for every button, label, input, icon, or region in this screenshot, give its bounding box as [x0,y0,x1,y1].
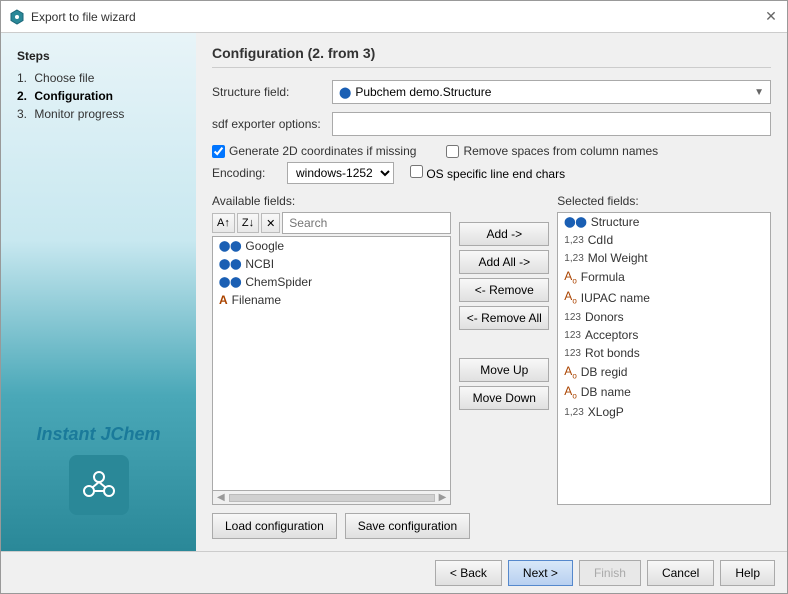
encoding-select[interactable]: windows-1252 [287,162,394,184]
action-buttons: Add -> Add All -> <- Remove <- Remove Al… [459,194,549,505]
available-list-item[interactable]: ⬤⬤ChemSpider [213,273,450,291]
fields-section: Available fields: A↑ Z↓ ✕ ⬤⬤Google⬤⬤NCBI… [212,194,771,505]
structure-dropdown-icon: ⬤ [339,86,351,99]
checkbox-spaces[interactable] [446,145,459,158]
sdf-options-input[interactable] [332,112,771,136]
title-bar: Export to file wizard ✕ [1,1,787,33]
step-1-label: Choose file [34,71,94,85]
available-list-wrapper: ⬤⬤Google⬤⬤NCBI⬤⬤ChemSpiderAFilename ◀ ▶ [212,236,451,505]
step-3: 3. Monitor progress [17,107,180,121]
sdf-options-row: sdf exporter options: [212,112,771,136]
step-3-label: Monitor progress [34,107,124,121]
config-buttons: Load configuration Save configuration [212,513,771,539]
content: Configuration (2. from 3) Structure fiel… [196,33,787,551]
sort-az-button[interactable]: A↑ [212,213,235,233]
step-1-num: 1. [17,71,27,85]
move-down-button[interactable]: Move Down [459,386,549,410]
structure-field-row: Structure field: ⬤ Pubchem demo.Structur… [212,80,771,104]
checkbox-row-1: Generate 2D coordinates if missing Remov… [212,144,771,158]
checkbox-os-text: OS specific line end chars [426,167,565,181]
search-input[interactable] [282,212,451,234]
step-2-num: 2. [17,89,27,103]
load-config-button[interactable]: Load configuration [212,513,337,539]
available-list-item[interactable]: AFilename [213,291,450,309]
structure-field-dropdown[interactable]: ⬤ Pubchem demo.Structure ▼ [332,80,771,104]
checkbox-2d-label[interactable]: Generate 2D coordinates if missing [212,144,416,158]
selected-list-item[interactable]: AoDB name [558,382,770,402]
sidebar: Steps 1. Choose file 2. Configuration 3.… [1,33,196,551]
available-fields-list[interactable]: ⬤⬤Google⬤⬤NCBI⬤⬤ChemSpiderAFilename [212,236,451,491]
selected-fields-label: Selected fields: [557,194,771,208]
steps-list: 1. Choose file 2. Configuration 3. Monit… [17,71,180,125]
available-fields-toolbar: A↑ Z↓ ✕ [212,212,451,234]
selected-list-item[interactable]: 1,23XLogP [558,403,770,421]
selected-fields-list[interactable]: ⬤⬤Structure1,23CdId1,23Mol WeightAoFormu… [557,212,771,505]
close-button[interactable]: ✕ [763,9,779,25]
title-bar-left: Export to file wizard [9,9,136,25]
add-button[interactable]: Add -> [459,222,549,246]
selected-list-item[interactable]: AoDB regid [558,362,770,382]
add-all-button[interactable]: Add All -> [459,250,549,274]
structure-field-label: Structure field: [212,85,332,99]
window-title: Export to file wizard [31,10,136,24]
sort-za-button[interactable]: Z↓ [237,213,259,233]
selected-list-item[interactable]: 123Rot bonds [558,344,770,362]
structure-dropdown-value: Pubchem demo.Structure [355,85,754,99]
encoding-label: Encoding: [212,166,287,180]
selected-list-item[interactable]: AoFormula [558,267,770,287]
finish-button[interactable]: Finish [579,560,641,586]
main-layout: Steps 1. Choose file 2. Configuration 3.… [1,33,787,551]
encoding-row: Encoding: windows-1252 OS specific line … [212,162,771,184]
next-button[interactable]: Next > [508,560,573,586]
selected-list-item[interactable]: 1,23CdId [558,231,770,249]
step-2-label: Configuration [34,89,113,103]
selected-list-item[interactable]: 1,23Mol Weight [558,249,770,267]
selected-list-item[interactable]: AoIUPAC name [558,287,770,307]
checkbox-spaces-text: Remove spaces from column names [463,144,658,158]
cancel-button[interactable]: Cancel [647,560,714,586]
footer: < Back Next > Finish Cancel Help [1,551,787,593]
available-hscroll[interactable]: ◀ ▶ [212,491,451,505]
available-fields-label: Available fields: [212,194,451,208]
step-2: 2. Configuration [17,89,180,103]
window: Export to file wizard ✕ Steps 1. Choose … [0,0,788,594]
checkbox-os-label[interactable]: OS specific line end chars [410,165,565,181]
available-fields-panel: Available fields: A↑ Z↓ ✕ ⬤⬤Google⬤⬤NCBI… [212,194,451,505]
logo [69,455,129,515]
checkbox-spaces-label[interactable]: Remove spaces from column names [446,144,658,158]
checkbox-2d-text: Generate 2D coordinates if missing [229,144,416,158]
step-1: 1. Choose file [17,71,180,85]
content-title: Configuration (2. from 3) [212,45,771,68]
remove-all-button[interactable]: <- Remove All [459,306,549,330]
structure-dropdown-arrow: ▼ [754,87,764,98]
selected-fields-panel: Selected fields: ⬤⬤Structure1,23CdId1,23… [557,194,771,505]
back-button[interactable]: < Back [435,560,502,586]
help-button[interactable]: Help [720,560,775,586]
step-3-num: 3. [17,107,27,121]
sdf-options-label: sdf exporter options: [212,117,332,131]
sidebar-brand: Instant JChem [17,424,180,535]
brand-text: Instant JChem [17,424,180,445]
app-icon [9,9,25,25]
remove-button[interactable]: <- Remove [459,278,549,302]
checkbox-os[interactable] [410,165,423,178]
move-up-button[interactable]: Move Up [459,358,549,382]
clear-button[interactable]: ✕ [261,213,280,233]
checkbox-2d[interactable] [212,145,225,158]
selected-list-item[interactable]: 123Donors [558,308,770,326]
selected-list-item[interactable]: 123Acceptors [558,326,770,344]
available-list-item[interactable]: ⬤⬤Google [213,237,450,255]
selected-list-item[interactable]: ⬤⬤Structure [558,213,770,231]
logo-icon [77,463,121,507]
save-config-button[interactable]: Save configuration [345,513,470,539]
available-list-item[interactable]: ⬤⬤NCBI [213,255,450,273]
steps-title: Steps [17,49,180,63]
